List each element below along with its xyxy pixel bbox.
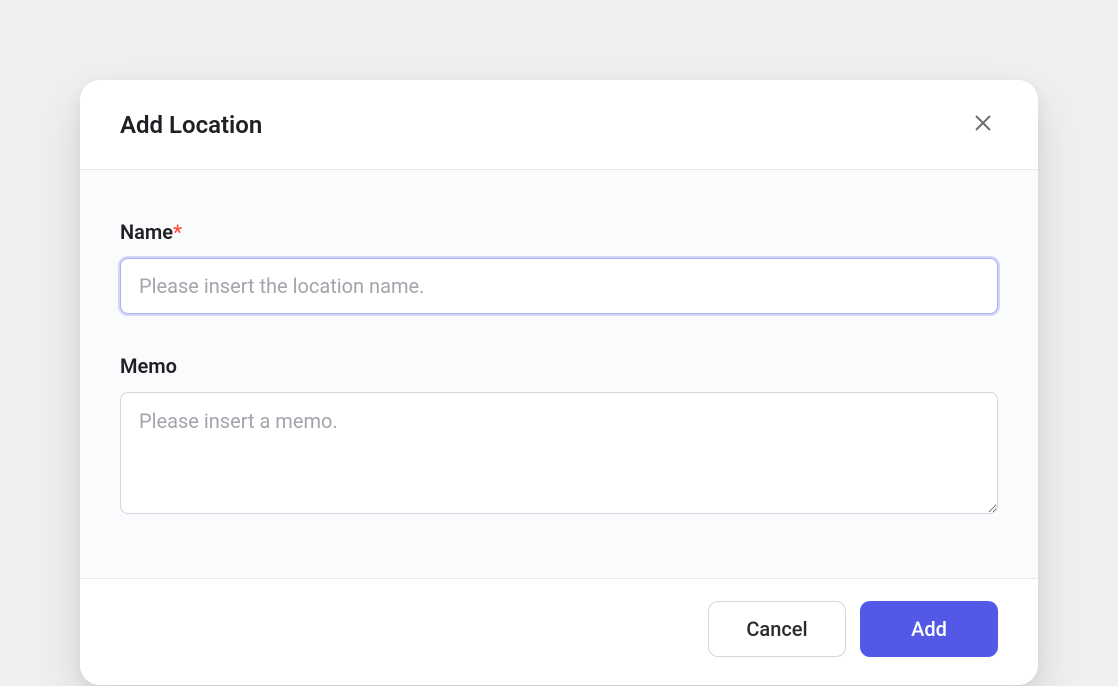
- close-button[interactable]: [968, 108, 998, 141]
- cancel-button[interactable]: Cancel: [708, 601, 846, 657]
- modal-title: Add Location: [120, 111, 262, 139]
- memo-field-group: Memo: [120, 354, 998, 518]
- name-field-group: Name*: [120, 220, 998, 314]
- add-location-modal: Add Location Name* Memo Cancel Add: [80, 80, 1038, 685]
- name-label-text: Name: [120, 220, 173, 244]
- memo-label: Memo: [120, 354, 998, 378]
- modal-footer: Cancel Add: [80, 578, 1038, 685]
- modal-header: Add Location: [80, 80, 1038, 170]
- modal-body: Name* Memo: [80, 170, 1038, 578]
- memo-input[interactable]: [120, 392, 998, 514]
- add-button[interactable]: Add: [860, 601, 998, 657]
- close-icon: [972, 112, 994, 137]
- required-indicator: *: [173, 220, 182, 244]
- name-label: Name*: [120, 220, 998, 244]
- name-input[interactable]: [120, 258, 998, 314]
